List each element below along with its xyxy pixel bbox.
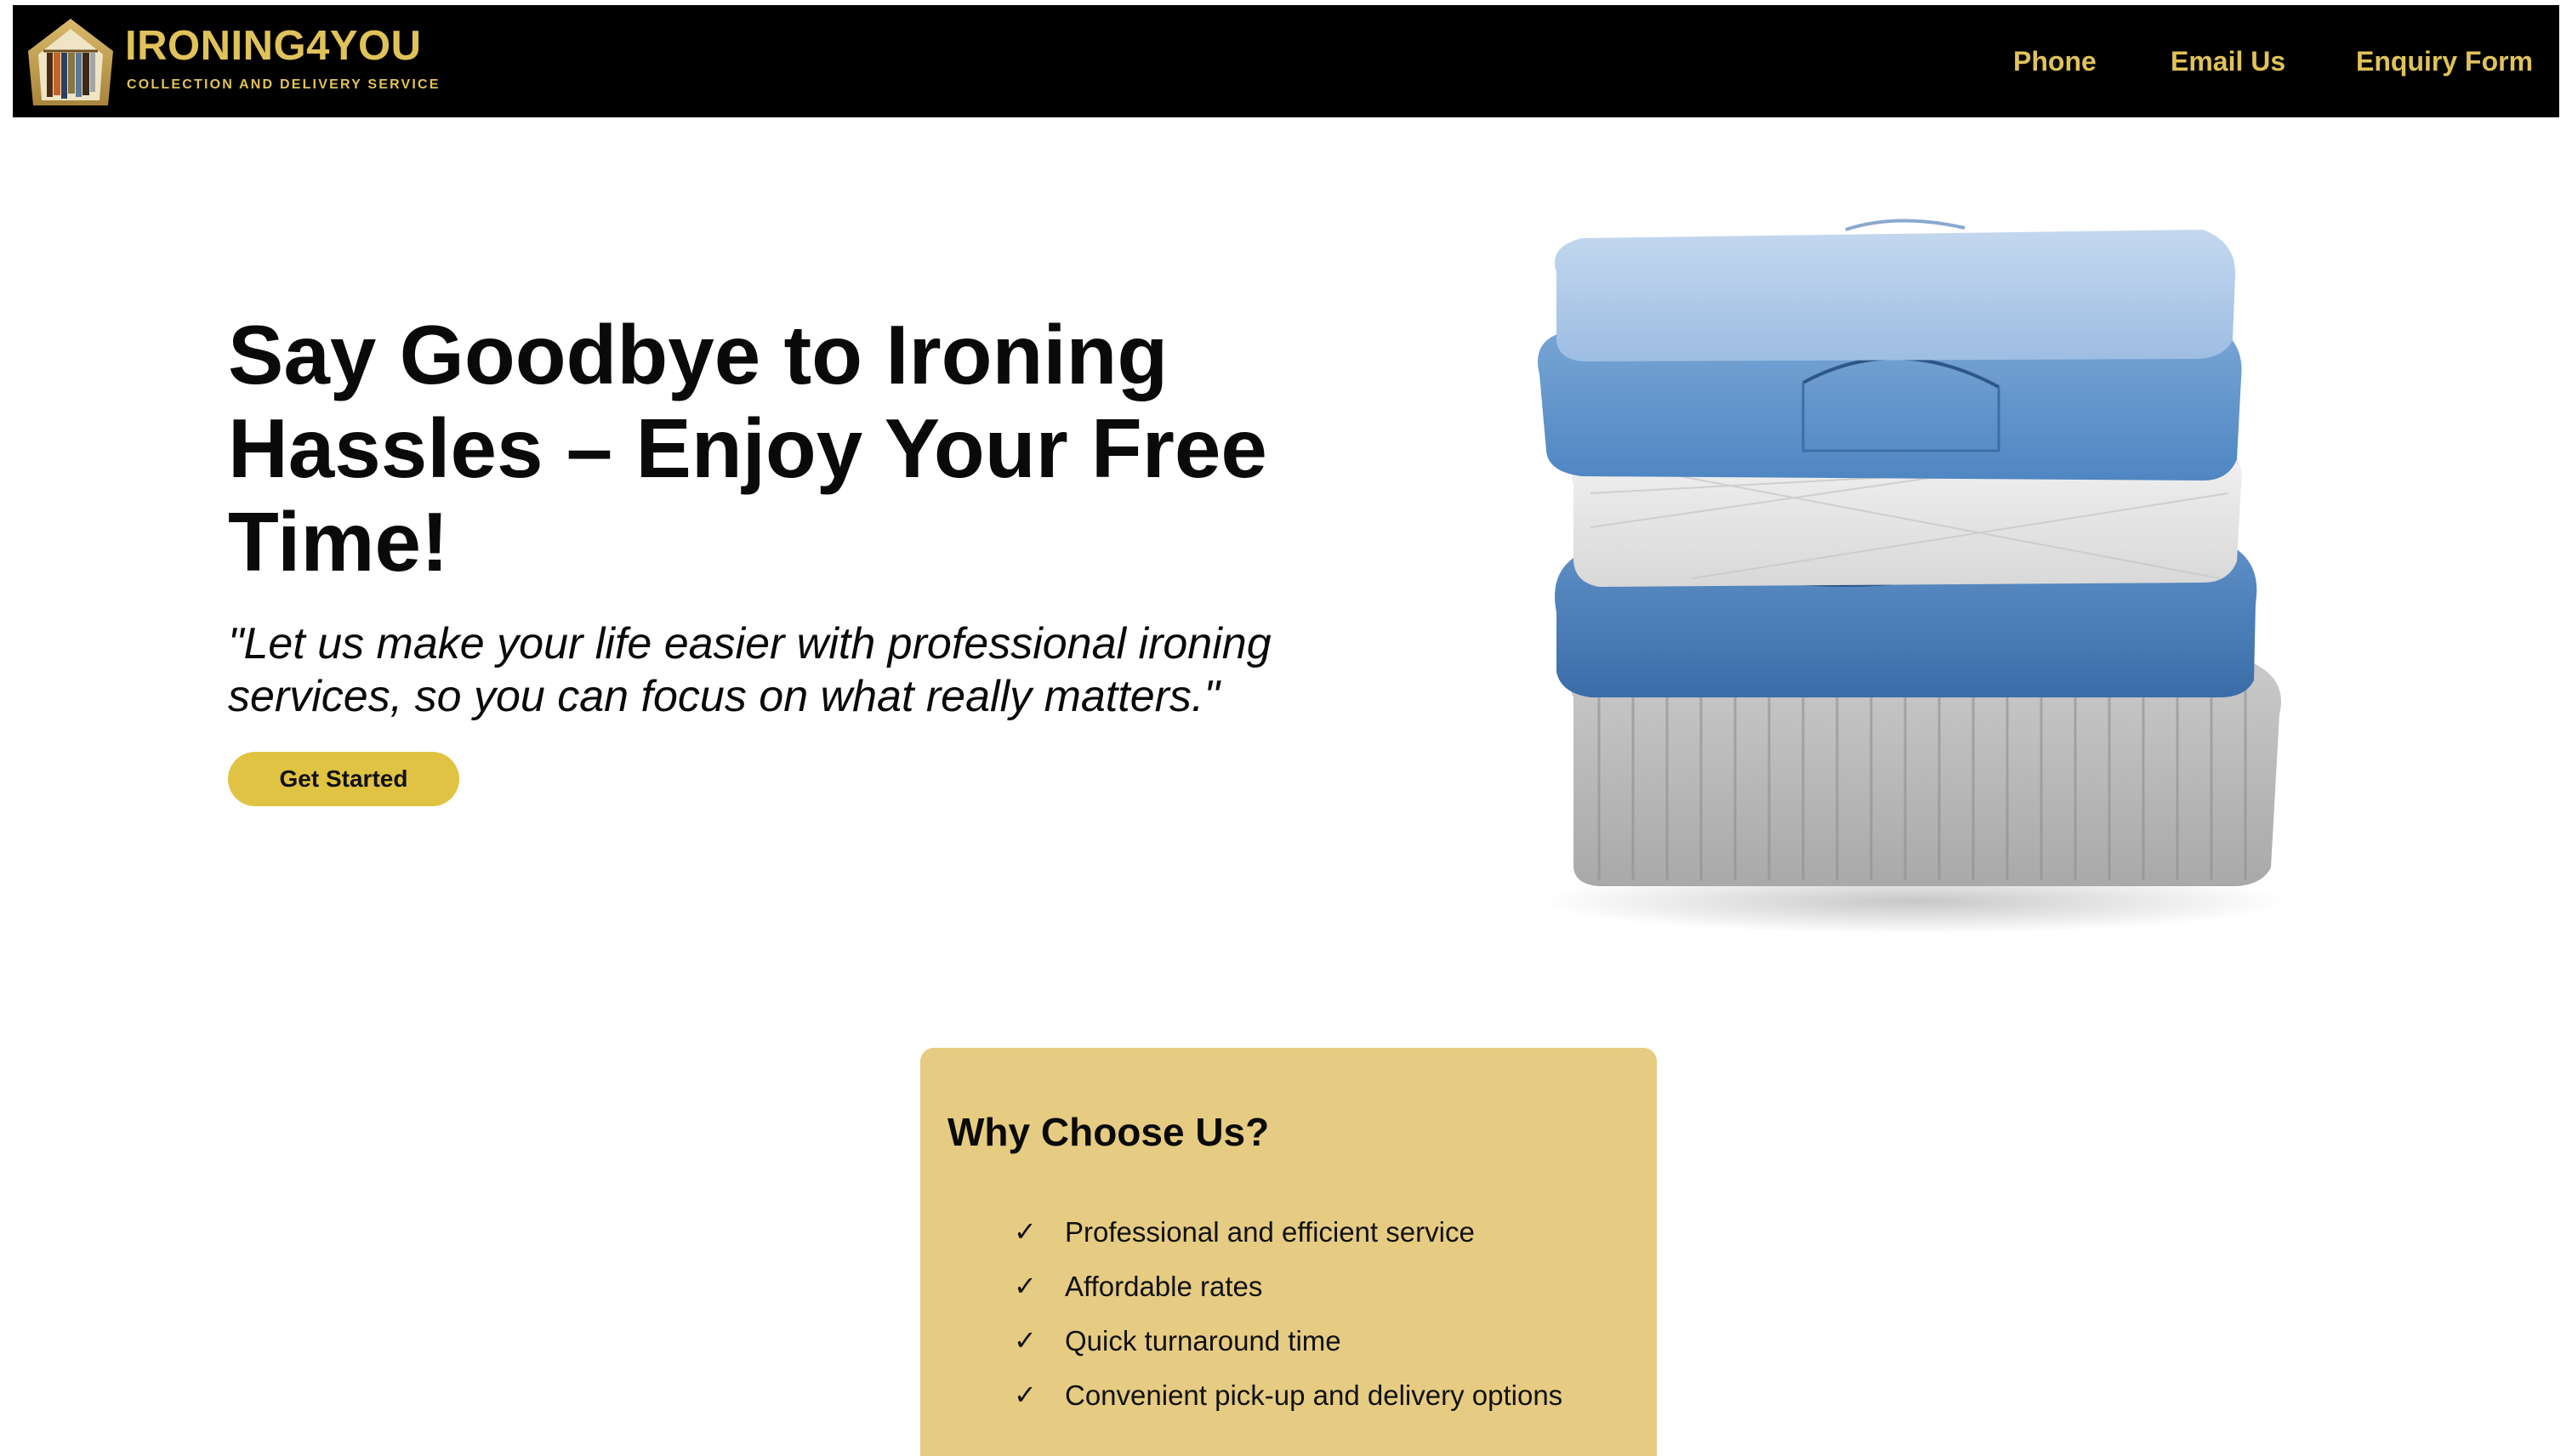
check-icon: ✓: [1014, 1215, 1037, 1248]
site-header: IRONING4YOU COLLECTION AND DELIVERY SERV…: [13, 5, 2559, 117]
hero-heading: Say Goodbye to Ironing Hassles – Enjoy Y…: [228, 308, 1267, 589]
why-choose-us-title: Why Choose Us?: [947, 1110, 1270, 1154]
nav-phone-link[interactable]: Phone: [2013, 48, 2097, 75]
folded-clothes-stack-image: [1538, 219, 2288, 934]
list-item-text: Quick turnaround time: [1065, 1325, 1341, 1356]
list-item-text: Affordable rates: [1065, 1271, 1263, 1302]
check-icon: ✓: [1014, 1270, 1037, 1302]
list-item-text: Convenient pick-up and delivery options: [1065, 1379, 1563, 1411]
nav-email-link[interactable]: Email Us: [2171, 48, 2285, 75]
check-icon: ✓: [1014, 1324, 1037, 1356]
brand-logo-icon[interactable]: [26, 17, 115, 109]
brand-subtitle: COLLECTION AND DELIVERY SERVICE: [127, 77, 441, 92]
nav-enquiry-form-link[interactable]: Enquiry Form: [2356, 48, 2533, 75]
why-choose-us-card: Why Choose Us? ✓ Professional and effici…: [920, 1048, 1657, 1456]
brand-title[interactable]: IRONING4YOU: [125, 26, 422, 67]
list-item-text: Professional and efficient service: [1065, 1216, 1475, 1248]
check-icon: ✓: [1014, 1379, 1037, 1411]
hero-quote: "Let us make your life easier with profe…: [228, 619, 1272, 721]
get-started-button[interactable]: Get Started: [228, 752, 459, 806]
